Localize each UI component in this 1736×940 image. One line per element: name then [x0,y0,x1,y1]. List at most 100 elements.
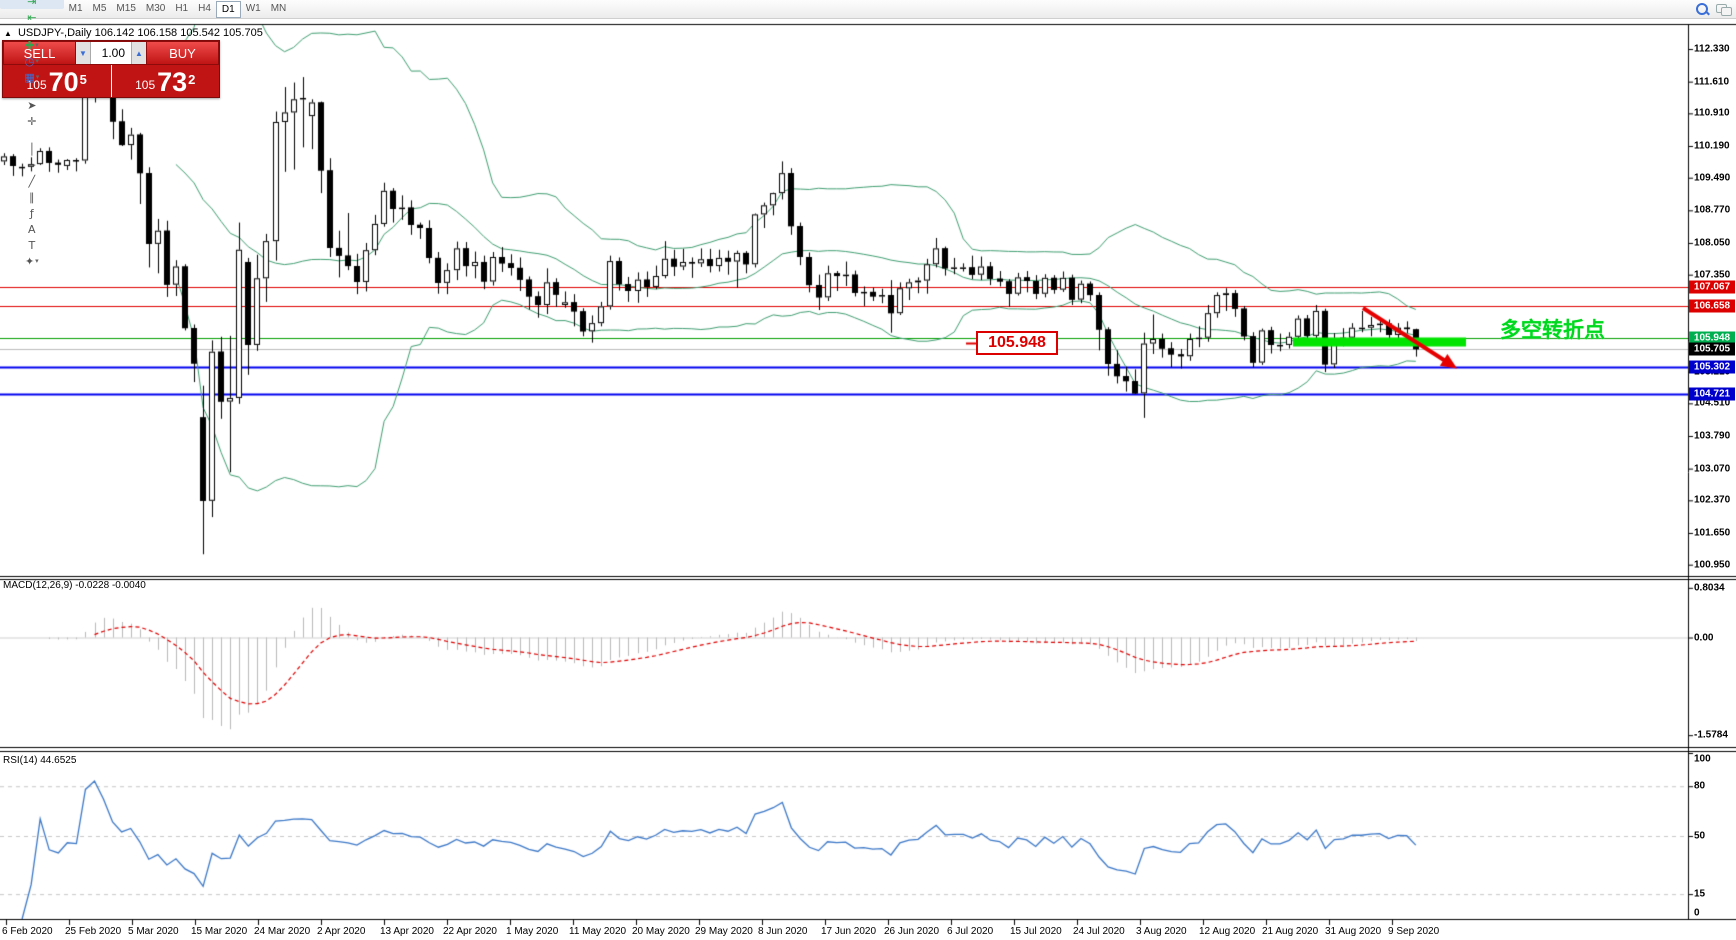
equidistant-channel-button[interactable]: ∥ [0,189,64,205]
chevron-down-icon: ▾ [35,257,39,265]
fibonacci-icon: ƒ [30,207,34,220]
date-label: 24 Jul 2020 [1073,926,1125,937]
text-label-icon: T [28,239,35,252]
timeframe-m15[interactable]: M15 [111,1,140,16]
date-label: 1 May 2020 [506,926,558,937]
price-tick: 112.330 [1694,44,1730,55]
buy-price-pips: 73 [157,69,187,95]
fibonacci-button[interactable]: ƒ [0,205,64,221]
horizontal-line-button[interactable]: ─ [0,157,64,173]
trendline-icon: ╱ [28,175,35,188]
crosshair-button[interactable]: ✛ [0,113,64,129]
auto-scroll-icon: ⇥ [27,0,36,8]
price-badge: 105.302 [1689,361,1735,374]
rsi-tick: 80 [1694,781,1705,792]
date-label: 24 Mar 2020 [254,926,310,937]
text-annotation[interactable]: 多空转折点 [1500,314,1605,344]
templates-button[interactable]: ▦▾ [0,69,64,85]
price-tick: 107.350 [1694,269,1730,280]
price-tick: 111.610 [1694,76,1729,87]
volume-stepper: ▼ 1.00 ▲ [76,41,146,65]
date-label: 12 Aug 2020 [1199,926,1255,937]
cursor-button[interactable]: ➤ [0,97,64,113]
date-label: 3 Aug 2020 [1136,926,1187,937]
timeframe-buttons: M1M5M15M30H1H4D1W1MN [64,1,292,18]
chart-shift-button[interactable]: ⇤ [0,9,64,25]
date-label: 17 Jun 2020 [821,926,876,937]
macd-tick: -1.5784 [1694,730,1728,741]
buy-price[interactable]: 105 73 2 [112,65,220,97]
date-label: 15 Mar 2020 [191,926,247,937]
price-tick: 101.650 [1694,527,1730,538]
chart-canvas[interactable] [0,0,1736,940]
auto-scroll-button[interactable]: ⇥ [0,0,64,9]
date-label: 20 May 2020 [632,926,690,937]
price-tick: 109.490 [1694,172,1730,183]
chevron-down-icon: ▾ [35,57,39,65]
volume-increase-button[interactable]: ▲ [132,42,146,64]
periods-icon: ◷ [25,55,35,68]
volume-decrease-button[interactable]: ▼ [76,42,90,64]
mt4-window: ▤⊞✚新订单◆▣◉●自动交易║◫∿⊕⊖⊞⇥⇤✚▾◷▾▦▾➤✛│─╱∥ƒAT✦▾ … [0,0,1736,940]
macd-tick: 0.8034 [1694,582,1725,593]
date-label: 6 Feb 2020 [2,926,53,937]
chevron-down-icon: ▾ [35,41,39,49]
text-label-button[interactable]: T [0,237,64,253]
price-label-object[interactable]: 105.948 [976,331,1058,355]
timeframe-mn[interactable]: MN [266,1,292,16]
rsi-label: RSI(14) 44.6525 [3,755,76,766]
price-badge: 104.721 [1689,387,1735,400]
timeframe-m30[interactable]: M30 [141,1,170,16]
toolbar-buttons: ▤⊞✚新订单◆▣◉●自动交易║◫∿⊕⊖⊞⇥⇤✚▾◷▾▦▾➤✛│─╱∥ƒAT✦▾ [0,0,64,281]
buy-button[interactable]: BUY [146,41,219,65]
date-label: 2 Apr 2020 [317,926,365,937]
timeframe-h4[interactable]: H4 [193,1,216,16]
date-label: 13 Apr 2020 [380,926,434,937]
periods-button[interactable]: ◷▾ [0,53,64,69]
sell-price-point: 5 [80,73,87,86]
timeframe-d1[interactable]: D1 [216,1,241,18]
search-icon[interactable] [1696,3,1708,15]
date-label: 29 May 2020 [695,926,753,937]
indicators-button[interactable]: ✚▾ [0,37,64,53]
macd-label: MACD(12,26,9) -0.0228 -0.0040 [3,580,146,591]
price-tick: 103.070 [1694,463,1730,474]
timeframe-m1[interactable]: M1 [64,1,88,16]
vertical-line-icon: │ [28,143,35,156]
price-tick: 108.770 [1694,205,1730,216]
date-label: 9 Sep 2020 [1388,926,1439,937]
toolbar: ▤⊞✚新订单◆▣◉●自动交易║◫∿⊕⊖⊞⇥⇤✚▾◷▾▦▾➤✛│─╱∥ƒAT✦▾ … [0,0,1736,19]
text-icon: A [28,223,36,236]
templates-icon: ▦ [24,71,34,84]
text-button[interactable]: A [0,221,64,237]
horizontal-line-icon: ─ [28,159,35,172]
date-label: 5 Mar 2020 [128,926,179,937]
timeframe-h1[interactable]: H1 [170,1,193,16]
volume-input[interactable]: 1.00 [90,42,132,64]
vertical-line-button[interactable]: │ [0,141,64,157]
date-label: 11 May 2020 [569,926,626,937]
date-label: 22 Apr 2020 [443,926,497,937]
rsi-tick: 15 [1694,889,1705,900]
date-label: 26 Jun 2020 [884,926,939,937]
price-badge: 106.658 [1689,300,1735,313]
date-label: 25 Feb 2020 [65,926,121,937]
price-tick: 110.190 [1694,140,1730,151]
trendline-button[interactable]: ╱ [0,173,64,189]
rsi-tick: 100 [1694,754,1711,765]
price-tick: 100.950 [1694,559,1730,570]
date-label: 21 Aug 2020 [1262,926,1318,937]
macd-tick: 0.00 [1694,632,1713,643]
chat-icon[interactable] [1716,4,1730,14]
chart-shift-icon: ⇤ [27,11,36,24]
timeframe-m5[interactable]: M5 [88,1,112,16]
timeframe-w1[interactable]: W1 [241,1,266,16]
price-tick: 103.790 [1694,430,1730,441]
rsi-tick: 0 [1694,908,1700,919]
price-badge: 105.705 [1689,343,1735,356]
arrows-button[interactable]: ✦▾ [0,253,64,269]
chevron-down-icon: ▾ [36,73,40,81]
date-label: 6 Jul 2020 [947,926,993,937]
buy-price-figure: 105 [135,75,155,95]
rsi-tick: 50 [1694,831,1705,842]
